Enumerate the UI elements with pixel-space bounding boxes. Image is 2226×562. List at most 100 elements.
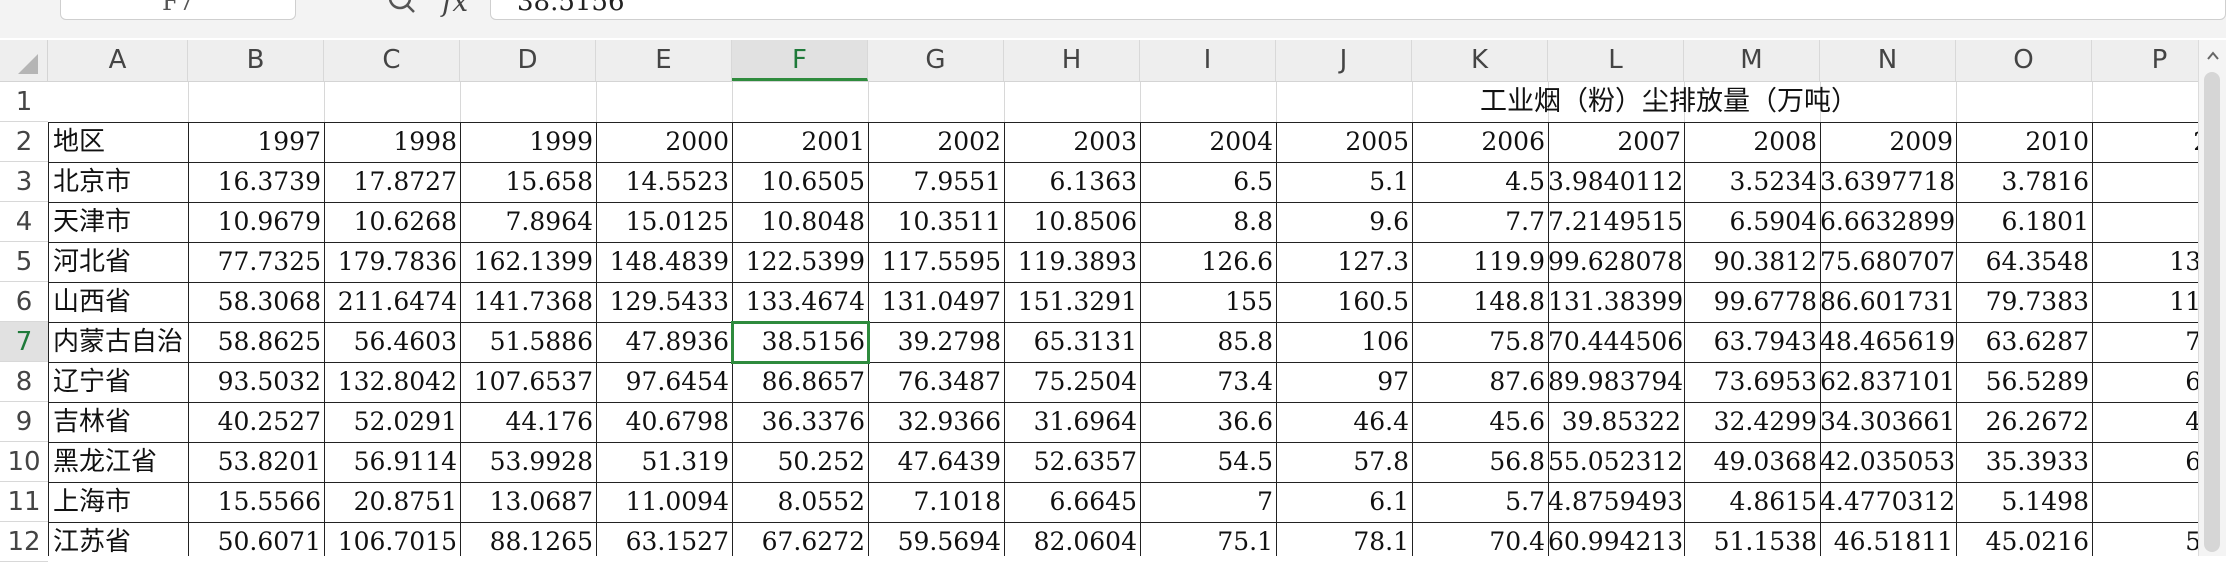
cell-h7[interactable]: 65.3131: [1004, 322, 1140, 362]
cell-j9[interactable]: 46.4: [1276, 402, 1412, 442]
cell-f10[interactable]: 50.252: [732, 442, 868, 482]
cell-j8[interactable]: 97: [1276, 362, 1412, 402]
cell-h6[interactable]: 151.3291: [1004, 282, 1140, 322]
cell-k10[interactable]: 56.8: [1412, 442, 1548, 482]
cell-e6[interactable]: 129.5433: [596, 282, 732, 322]
cell-p11[interactable]: 8.: [2092, 482, 2198, 522]
row-header-12[interactable]: 12: [0, 522, 48, 562]
cell-b3[interactable]: 16.3739: [188, 162, 324, 202]
cell-c4[interactable]: 10.6268: [324, 202, 460, 242]
cell-k4[interactable]: 7.7: [1412, 202, 1548, 242]
select-all-corner[interactable]: [0, 40, 48, 82]
cell-a11[interactable]: 上海市: [48, 482, 188, 522]
cell-m3[interactable]: 3.5234: [1684, 162, 1820, 202]
column-header-i[interactable]: I: [1140, 40, 1276, 81]
cell-b6[interactable]: 58.3068: [188, 282, 324, 322]
cell-p7[interactable]: 73.: [2092, 322, 2198, 362]
column-header-d[interactable]: D: [460, 40, 596, 81]
cell-i5[interactable]: 126.6: [1140, 242, 1276, 282]
cell-o3[interactable]: 3.7816: [1956, 162, 2092, 202]
cell-e12[interactable]: 63.1527: [596, 522, 732, 556]
cell-k5[interactable]: 119.9: [1412, 242, 1548, 282]
cell-i6[interactable]: 155: [1140, 282, 1276, 322]
column-header-c[interactable]: C: [324, 40, 460, 81]
row-header-1[interactable]: 1: [0, 82, 48, 122]
cell-h3[interactable]: 6.1363: [1004, 162, 1140, 202]
cell-e4[interactable]: 15.0125: [596, 202, 732, 242]
cell-j6[interactable]: 160.5: [1276, 282, 1412, 322]
cell-l12[interactable]: 60.994213: [1548, 522, 1684, 556]
cell-d5[interactable]: 162.1399: [460, 242, 596, 282]
cell-g8[interactable]: 76.3487: [868, 362, 1004, 402]
cell-l6[interactable]: 131.38399: [1548, 282, 1684, 322]
cell-j11[interactable]: 6.1: [1276, 482, 1412, 522]
cell-n6[interactable]: 86.601731: [1820, 282, 1956, 322]
cell-i8[interactable]: 73.4: [1140, 362, 1276, 402]
cell-j5[interactable]: 127.3: [1276, 242, 1412, 282]
cell-d12[interactable]: 88.1265: [460, 522, 596, 556]
cell-m8[interactable]: 73.6953: [1684, 362, 1820, 402]
cell-c3[interactable]: 17.8727: [324, 162, 460, 202]
cell-a12[interactable]: 江苏省: [48, 522, 188, 556]
cell-m5[interactable]: 90.3812: [1684, 242, 1820, 282]
cell-o5[interactable]: 64.3548: [1956, 242, 2092, 282]
cell-e8[interactable]: 97.6454: [596, 362, 732, 402]
cell-f12[interactable]: 67.6272: [732, 522, 868, 556]
cell-p3[interactable]: 6.: [2092, 162, 2198, 202]
cell-g4[interactable]: 10.3511: [868, 202, 1004, 242]
cell-i7[interactable]: 85.8: [1140, 322, 1276, 362]
column-header-b[interactable]: B: [188, 40, 324, 81]
column-header-h[interactable]: H: [1004, 40, 1140, 81]
cell-g5[interactable]: 117.5595: [868, 242, 1004, 282]
cell-o10[interactable]: 35.3933: [1956, 442, 2092, 482]
cell-i2[interactable]: 2004: [1140, 122, 1276, 162]
cell-a3[interactable]: 北京市: [48, 162, 188, 202]
cell-b12[interactable]: 50.6071: [188, 522, 324, 556]
cell-c10[interactable]: 56.9114: [324, 442, 460, 482]
cell-d8[interactable]: 107.6537: [460, 362, 596, 402]
column-header-a[interactable]: A: [48, 40, 188, 81]
cell-l2[interactable]: 2007: [1548, 122, 1684, 162]
cell-f8[interactable]: 86.8657: [732, 362, 868, 402]
cell-f3[interactable]: 10.6505: [732, 162, 868, 202]
cell-i4[interactable]: 8.8: [1140, 202, 1276, 242]
cell-k9[interactable]: 45.6: [1412, 402, 1548, 442]
cell-k8[interactable]: 87.6: [1412, 362, 1548, 402]
cell-a2[interactable]: 地区: [48, 122, 188, 162]
cell-k12[interactable]: 70.4: [1412, 522, 1548, 556]
cell-o7[interactable]: 63.6287: [1956, 322, 2092, 362]
cell-d11[interactable]: 13.0687: [460, 482, 596, 522]
column-header-e[interactable]: E: [596, 40, 732, 81]
cell-o12[interactable]: 45.0216: [1956, 522, 2092, 556]
cell-d6[interactable]: 141.7368: [460, 282, 596, 322]
magnifier-icon[interactable]: [386, 0, 432, 22]
cell-l9[interactable]: 39.85322: [1548, 402, 1684, 442]
cell-p12[interactable]: 52.: [2092, 522, 2198, 556]
row-header-2[interactable]: 2: [0, 122, 48, 162]
cell-m7[interactable]: 63.7943: [1684, 322, 1820, 362]
cell-j3[interactable]: 5.1: [1276, 162, 1412, 202]
cell-p6[interactable]: 112.: [2092, 282, 2198, 322]
cell-h12[interactable]: 82.0604: [1004, 522, 1140, 556]
cell-o6[interactable]: 79.7383: [1956, 282, 2092, 322]
cell-n3[interactable]: 3.6397718: [1820, 162, 1956, 202]
cell-d4[interactable]: 7.8964: [460, 202, 596, 242]
cell-n9[interactable]: 34.303661: [1820, 402, 1956, 442]
cell-f11[interactable]: 8.0552: [732, 482, 868, 522]
cell-c7[interactable]: 56.4603: [324, 322, 460, 362]
cell-g7[interactable]: 39.2798: [868, 322, 1004, 362]
cell-o2[interactable]: 2010: [1956, 122, 2092, 162]
cell-b8[interactable]: 93.5032: [188, 362, 324, 402]
cell-b11[interactable]: 15.5566: [188, 482, 324, 522]
cell-c8[interactable]: 132.8042: [324, 362, 460, 402]
cell-b9[interactable]: 40.2527: [188, 402, 324, 442]
cell-f7[interactable]: 38.5156: [732, 322, 868, 362]
cell-p2[interactable]: 20: [2092, 122, 2198, 162]
row-header-11[interactable]: 11: [0, 482, 48, 522]
cell-n12[interactable]: 46.51811: [1820, 522, 1956, 556]
cell-e9[interactable]: 40.6798: [596, 402, 732, 442]
cell-n10[interactable]: 42.035053: [1820, 442, 1956, 482]
cell-k11[interactable]: 5.7: [1412, 482, 1548, 522]
cell-a5[interactable]: 河北省: [48, 242, 188, 282]
cell-n2[interactable]: 2009: [1820, 122, 1956, 162]
